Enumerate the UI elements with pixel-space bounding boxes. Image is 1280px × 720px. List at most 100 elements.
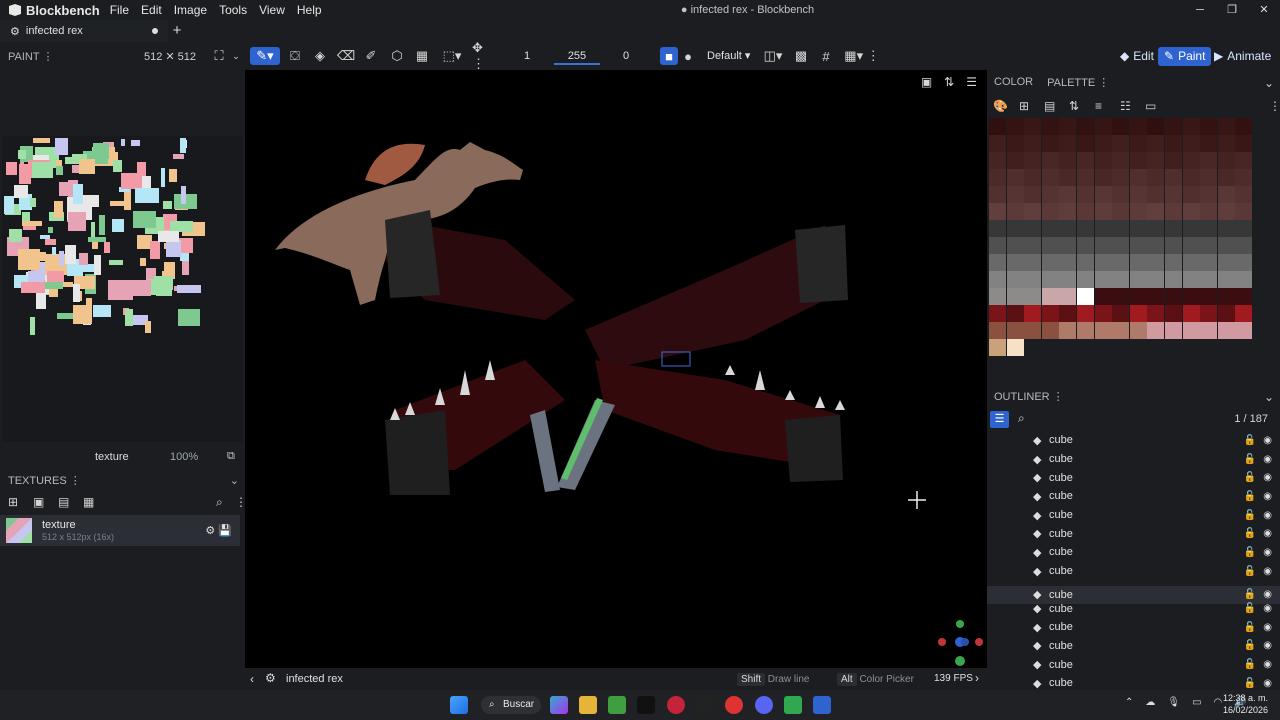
- menu-tools[interactable]: Tools: [219, 3, 247, 17]
- square-brush-icon[interactable]: ■: [660, 47, 678, 65]
- tab-palette[interactable]: PALETTE ⋮: [1047, 76, 1109, 89]
- tab-color[interactable]: COLOR: [994, 76, 1033, 89]
- chevron-left-icon[interactable]: ‹: [250, 672, 254, 686]
- list-icon[interactable]: ☷: [1120, 99, 1131, 113]
- more-icon[interactable]: ⋮: [1269, 99, 1280, 113]
- stamp-tool-icon[interactable]: ⛋: [287, 47, 303, 65]
- outliner-header[interactable]: OUTLINER ⋮: [994, 390, 1064, 403]
- brush-tool-button[interactable]: ✎▾: [250, 47, 280, 65]
- outliner-row[interactable]: ◆ cube 🔓 ◉: [987, 487, 1280, 506]
- eye-icon[interactable]: ◉: [1263, 454, 1272, 465]
- palette-icon[interactable]: 🎨: [993, 99, 1008, 113]
- lock-icon[interactable]: 🔓: [1244, 659, 1256, 670]
- eye-icon[interactable]: ◉: [1263, 547, 1272, 558]
- chevron-down-icon[interactable]: ⌄: [231, 47, 241, 65]
- chevron-down-icon[interactable]: ⌄: [1264, 76, 1274, 90]
- menu-file[interactable]: File: [110, 3, 129, 17]
- chrome-icon[interactable]: [725, 696, 743, 714]
- outliner-row[interactable]: ◆ cube 🔓 ◉: [987, 468, 1280, 487]
- menu-icon[interactable]: ☰: [966, 75, 977, 89]
- blend-mode-select[interactable]: Default ▾: [707, 47, 750, 65]
- new-tab-button[interactable]: +: [170, 20, 184, 42]
- menu-help[interactable]: Help: [297, 3, 322, 17]
- add-color-icon[interactable]: ⊞: [1019, 99, 1029, 113]
- outliner-row[interactable]: ◆ cube 🔓 ◉: [987, 450, 1280, 469]
- brush-size-field[interactable]: 1: [504, 47, 550, 65]
- lock-icon[interactable]: 🔓: [1244, 528, 1256, 539]
- mode-animate-button[interactable]: ▶ Animate: [1208, 47, 1277, 66]
- grid-icon[interactable]: #: [819, 47, 833, 65]
- create-texture-icon[interactable]: ▣: [33, 495, 44, 509]
- folder-texture-icon[interactable]: ▤: [58, 495, 69, 509]
- import-texture-icon[interactable]: ⊞: [8, 495, 18, 509]
- close-icon[interactable]: ✕: [1248, 0, 1280, 20]
- outliner-row[interactable]: ◆ cube 🔓 ◉: [987, 562, 1280, 581]
- reference-image-icon[interactable]: ▣: [921, 75, 932, 89]
- microphone-icon[interactable]: 🎙: [1167, 697, 1180, 708]
- mode-paint-button[interactable]: ✎ Paint: [1158, 47, 1212, 66]
- lock-icon[interactable]: 🔓: [1244, 603, 1256, 614]
- eye-icon[interactable]: ◉: [1263, 435, 1272, 446]
- lock-icon[interactable]: 🔓: [1244, 622, 1256, 633]
- lock-icon[interactable]: 🔓: [1244, 678, 1256, 689]
- search-icon[interactable]: ⌕: [1018, 411, 1025, 426]
- eye-icon[interactable]: ◉: [1263, 622, 1272, 633]
- outliner-row[interactable]: ◆ cube 🔓 ◉: [987, 506, 1280, 525]
- windows-start-icon[interactable]: [450, 696, 468, 714]
- lock-icon[interactable]: 🔓: [1244, 566, 1256, 577]
- game-icon[interactable]: [784, 696, 802, 714]
- file-explorer-icon[interactable]: [579, 696, 597, 714]
- outliner-row[interactable]: ◆ cube 🔓 ◉: [987, 599, 1280, 618]
- outliner-menu-icon[interactable]: ☰: [990, 411, 1009, 428]
- shape-tool-icon[interactable]: ⬡: [389, 47, 405, 65]
- textures-header[interactable]: TEXTURES ⋮ ⌄: [0, 471, 245, 491]
- mode-edit-button[interactable]: ◆ Edit: [1114, 47, 1160, 66]
- pixel-grid-icon[interactable]: ▩: [794, 47, 808, 65]
- minimize-icon[interactable]: ─: [1184, 0, 1216, 20]
- lock-icon[interactable]: 🔓: [1244, 472, 1256, 483]
- opacity-field[interactable]: 255: [554, 47, 600, 65]
- lock-icon[interactable]: 🔓: [1244, 435, 1256, 446]
- uv-texture-canvas[interactable]: [2, 136, 243, 442]
- compact-icon[interactable]: ▭: [1145, 99, 1156, 113]
- opera-icon[interactable]: [667, 696, 685, 714]
- maximize-icon[interactable]: ❐: [1216, 0, 1248, 20]
- color-picker-icon[interactable]: ✐: [363, 47, 379, 65]
- 3d-viewport[interactable]: ▣ ⇅ ☰: [245, 70, 987, 668]
- color-palette-grid[interactable]: [989, 118, 1255, 365]
- lock-icon[interactable]: 🔓: [1244, 510, 1256, 521]
- taskbar-clock[interactable]: 12:38 a. m. 16/02/2026: [1223, 692, 1268, 716]
- copy-icon[interactable]: ⧉: [227, 450, 235, 463]
- outliner-row[interactable]: ◆ cube 🔓 ◉: [987, 543, 1280, 562]
- mirror-icon[interactable]: ◫▾: [760, 47, 786, 65]
- eye-icon[interactable]: ◉: [1263, 659, 1272, 670]
- lock-icon[interactable]: 🔓: [1244, 454, 1256, 465]
- fill-tool-icon[interactable]: ◈: [312, 47, 328, 65]
- lock-icon[interactable]: 🔓: [1244, 547, 1256, 558]
- eraser-tool-icon[interactable]: ⌫: [337, 47, 355, 65]
- lock-icon[interactable]: 🔓: [1244, 491, 1256, 502]
- wifi-icon[interactable]: ◠: [1214, 697, 1223, 708]
- outliner-row[interactable]: ◆ cube 🔓 ◉: [987, 655, 1280, 674]
- fullscreen-icon[interactable]: ⛶: [213, 47, 225, 65]
- chevron-down-icon[interactable]: ⌄: [1264, 390, 1274, 404]
- discord-icon[interactable]: [755, 696, 773, 714]
- copilot-icon[interactable]: [550, 696, 568, 714]
- eye-icon[interactable]: ◉: [1263, 472, 1272, 483]
- selection-tool-icon[interactable]: ⬚▾: [440, 47, 464, 65]
- texture-group-icon[interactable]: ▦: [83, 495, 94, 509]
- unsaved-dot-icon[interactable]: [152, 28, 158, 34]
- texture-list-item[interactable]: texture 512 x 512px (16x) ⚙ 💾: [0, 515, 240, 546]
- menu-view[interactable]: View: [259, 3, 285, 17]
- eye-icon[interactable]: ◉: [1263, 491, 1272, 502]
- menu-image[interactable]: Image: [174, 3, 207, 17]
- display-icon[interactable]: ▭: [1192, 697, 1201, 708]
- minecraft-icon[interactable]: [608, 696, 626, 714]
- outliner-row[interactable]: ◆ cube 🔓 ◉: [987, 431, 1280, 450]
- outliner-row[interactable]: ◆ cube 🔓 ◉: [987, 637, 1280, 656]
- blockbench-taskbar-icon[interactable]: [813, 696, 831, 714]
- tiktok-icon[interactable]: [637, 696, 655, 714]
- chevron-up-icon[interactable]: ⌃: [1125, 697, 1133, 708]
- outliner-row[interactable]: ◆ cube 🔓 ◉: [987, 618, 1280, 637]
- chevron-right-icon[interactable]: ›: [975, 671, 979, 685]
